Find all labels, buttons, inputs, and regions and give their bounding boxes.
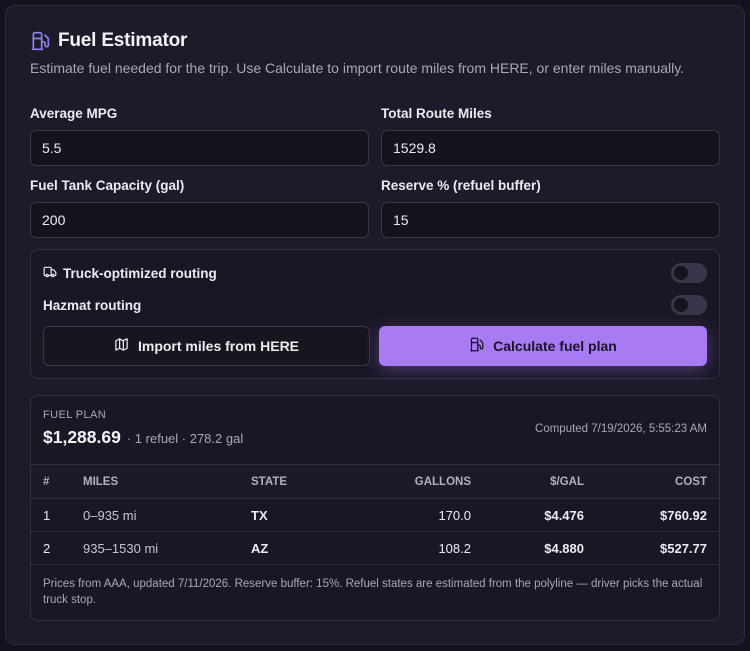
page-title: Fuel Estimator: [58, 30, 188, 51]
fuel-plan-panel: FUEL PLAN $1,288.69 · 1 refuel · 278.2 g…: [30, 395, 720, 621]
fuel-plan-eyebrow: FUEL PLAN: [43, 409, 107, 421]
mpg-input[interactable]: 5.5: [30, 130, 369, 166]
import-miles-button[interactable]: Import miles from HERE: [43, 326, 370, 366]
route-miles-input[interactable]: 1529.8: [381, 130, 720, 166]
table-header-row: # MILES STATE GALLONS $/GAL COST: [31, 464, 719, 499]
row-state: AZ: [251, 531, 351, 565]
column-header-miles: MILES: [83, 464, 251, 499]
tank-capacity-field-group: Fuel Tank Capacity (gal) 200: [30, 178, 369, 238]
table-row: 1 0–935 mi TX 170.0 $4.476 $760.92: [31, 498, 719, 532]
row-number: 2: [31, 531, 83, 565]
hazmat-routing-label: Hazmat routing: [43, 297, 142, 313]
routing-options-panel: Truck-optimized routing Hazmat routing I…: [30, 249, 720, 379]
reserve-input[interactable]: 15: [381, 202, 720, 238]
hazmat-routing-toggle[interactable]: [671, 295, 707, 315]
row-state: TX: [251, 498, 351, 532]
column-header-gallons: GALLONS: [351, 464, 471, 499]
row-number: 1: [31, 498, 83, 532]
reserve-field-group: Reserve % (refuel buffer) 15: [381, 178, 720, 238]
tank-capacity-input[interactable]: 200: [30, 202, 369, 238]
row-price-per-gallon: $4.880: [471, 531, 584, 565]
hazmat-routing-row: Hazmat routing: [43, 294, 707, 316]
toggle-knob: [674, 298, 688, 312]
truck-routing-toggle[interactable]: [671, 263, 707, 283]
fuel-plan-table: # MILES STATE GALLONS $/GAL COST 1 0–935…: [31, 464, 719, 565]
fuel-plan-summary: $1,288.69 · 1 refuel · 278.2 gal: [43, 427, 243, 448]
mpg-label: Average MPG: [30, 106, 118, 121]
calculate-fuel-plan-label: Calculate fuel plan: [493, 338, 617, 354]
toggle-knob: [674, 266, 688, 280]
fuel-estimator-card: Fuel Estimator Estimate fuel needed for …: [5, 5, 745, 645]
row-miles: 935–1530 mi: [83, 531, 251, 565]
fuel-plan-footnote: Prices from AAA, updated 7/11/2026. Rese…: [43, 578, 703, 606]
table-row: 2 935–1530 mi AZ 108.2 $4.880 $527.77: [31, 531, 719, 565]
route-miles-field-group: Total Route Miles 1529.8: [381, 106, 720, 166]
truck-routing-label: Truck-optimized routing: [63, 265, 217, 281]
mpg-field-group: Average MPG 5.5: [30, 106, 369, 166]
reserve-label: Reserve % (refuel buffer): [381, 178, 541, 193]
fuel-plan-total: $1,288.69: [43, 427, 121, 447]
row-miles: 0–935 mi: [83, 498, 251, 532]
computed-timestamp: Computed 7/19/2026, 5:55:23 AM: [535, 423, 707, 435]
header: Fuel Estimator: [30, 29, 187, 53]
row-price-per-gallon: $4.476: [471, 498, 584, 532]
column-header-number: #: [31, 464, 83, 499]
tank-capacity-label: Fuel Tank Capacity (gal): [30, 178, 185, 193]
row-gallons: 108.2: [351, 531, 471, 565]
route-miles-label: Total Route Miles: [381, 106, 492, 121]
column-header-price-per-gallon: $/GAL: [471, 464, 584, 499]
fuel-pump-icon: [30, 31, 50, 51]
column-header-state: STATE: [251, 464, 351, 499]
map-icon: [114, 337, 129, 355]
page-subtitle: Estimate fuel needed for the trip. Use C…: [30, 60, 685, 76]
row-gallons: 170.0: [351, 498, 471, 532]
truck-routing-row: Truck-optimized routing: [43, 262, 707, 284]
import-miles-label: Import miles from HERE: [137, 338, 300, 354]
fuel-pump-icon: [469, 337, 484, 355]
row-cost: $527.77: [584, 531, 719, 565]
calculate-fuel-plan-button[interactable]: Calculate fuel plan: [379, 326, 707, 366]
column-header-cost: COST: [584, 464, 719, 499]
truck-icon: [43, 265, 57, 282]
row-cost: $760.92: [584, 498, 719, 532]
fuel-plan-meta: · 1 refuel · 278.2 gal: [126, 431, 244, 446]
